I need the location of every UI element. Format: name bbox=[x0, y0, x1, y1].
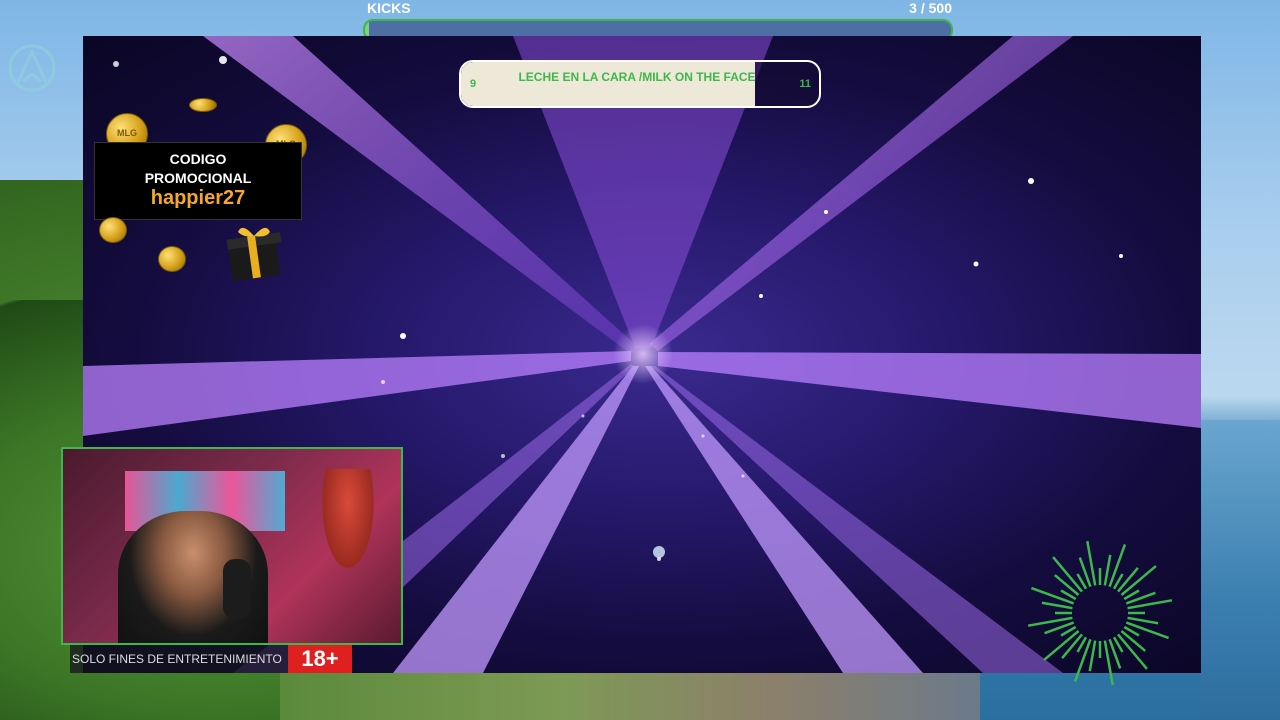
promo-line1: CODIGO bbox=[169, 151, 227, 167]
left-score: 9 bbox=[470, 78, 477, 90]
green-radial-burst-icon bbox=[1027, 540, 1173, 686]
webcam-feed bbox=[61, 447, 403, 645]
promo-code: happier27 bbox=[150, 187, 246, 209]
burst-ray bbox=[1125, 621, 1170, 640]
disclaimer-text: SOLO FINES DE ENTRETENIMIENTO bbox=[70, 645, 292, 673]
webcam-figurine bbox=[318, 469, 378, 579]
burst-ray bbox=[1108, 543, 1127, 588]
gold-coin-icon bbox=[158, 246, 186, 272]
background-shore bbox=[280, 672, 980, 720]
age-rating-badge: 18+ bbox=[288, 645, 352, 673]
burst-ray bbox=[1073, 638, 1092, 683]
gold-coin-icon bbox=[99, 217, 127, 243]
burst-ray bbox=[1041, 601, 1073, 610]
match-score-pill: 9 LECHE EN LA CARA /MILK ON THE FACE 11 bbox=[459, 60, 821, 108]
promo-line2: PROMOCIONAL bbox=[144, 170, 252, 186]
background-sea bbox=[1200, 420, 1280, 720]
score-pill-title: LECHE EN LA CARA /MILK ON THE FACE bbox=[518, 70, 756, 84]
kicks-count: 3 / 500 bbox=[909, 0, 952, 16]
promo-code-box: CODIGO PROMOCIONAL happier27 bbox=[94, 142, 302, 220]
burst-ray bbox=[1088, 640, 1097, 672]
right-score: 11 bbox=[799, 78, 811, 90]
burst-ray bbox=[1030, 586, 1075, 605]
gift-box-icon bbox=[226, 227, 282, 282]
kicks-label: KICKS bbox=[367, 0, 411, 16]
burst-ray bbox=[1127, 616, 1159, 625]
gold-coin-icon bbox=[189, 98, 217, 112]
burst-ray bbox=[1103, 554, 1112, 586]
headset-icon bbox=[223, 559, 251, 619]
sliced-circle-logo-icon bbox=[8, 44, 56, 92]
